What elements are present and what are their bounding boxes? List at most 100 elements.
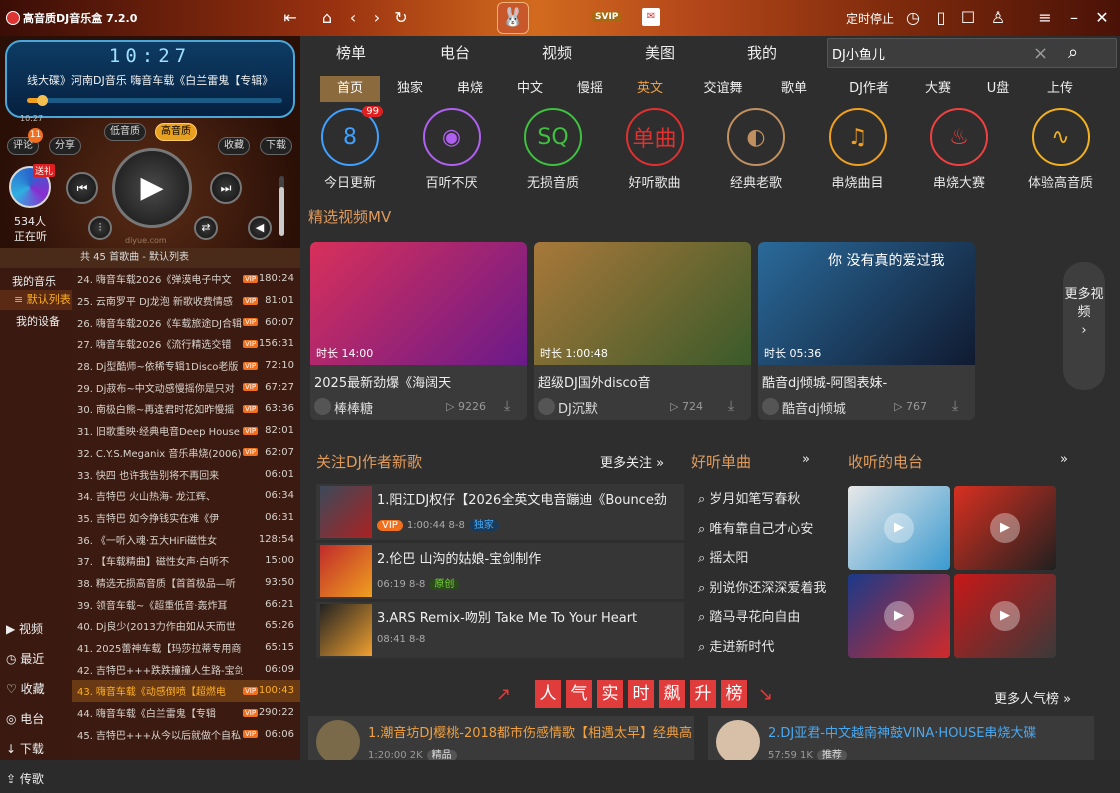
shirt-icon[interactable]: ♙ xyxy=(988,8,1008,28)
alarm-icon[interactable]: ◷ xyxy=(903,8,923,28)
download-button[interactable]: 下载 xyxy=(260,137,292,155)
tab-首页[interactable]: 首页 xyxy=(320,76,380,102)
progress-knob[interactable] xyxy=(37,95,49,106)
share-button[interactable]: 分享 xyxy=(49,137,81,155)
song-row[interactable]: 36. 《一听入魂·五大HiFi磁性女 128:54 xyxy=(72,528,300,550)
minimize-icon[interactable]: – xyxy=(1064,8,1084,28)
radio-card[interactable]: ▶ xyxy=(848,486,950,570)
song-row[interactable]: 26. 嗨音车载2026《车载旅途DJ合辑 VIP 60:07 xyxy=(72,311,300,333)
song-row[interactable]: 37. 【车载精曲】磁性女声·白听不 15:00 xyxy=(72,550,300,572)
download-icon[interactable]: ⤓ xyxy=(952,398,958,414)
play-button[interactable]: ▶ xyxy=(112,148,192,228)
high-quality-button[interactable]: 高音质 xyxy=(155,123,197,141)
hot-song-item[interactable]: ⌕ 岁月如笔写春秋 xyxy=(698,488,800,507)
next-button[interactable]: ⏭ xyxy=(210,172,242,204)
song-row[interactable]: 44. 嗨音车载《白兰雷鬼【专辑 VIP 290:22 xyxy=(72,702,300,724)
song-row[interactable]: 38. 精选无损高音质【首首极品—听 93:50 xyxy=(72,572,300,594)
side-nav-download[interactable]: ↓ 下载 xyxy=(0,735,72,763)
category-calendar[interactable]: 8 99 今日更新 xyxy=(305,106,395,191)
forward-icon[interactable]: › xyxy=(367,8,387,28)
side-nav-clock[interactable]: ◷ 最近 xyxy=(0,645,72,673)
category-headphones[interactable]: SQ 无损音质 xyxy=(508,108,598,191)
tab-慢摇[interactable]: 慢摇 xyxy=(568,76,612,102)
dj-more-link[interactable]: 更多关注 » xyxy=(600,452,664,471)
tab-1[interactable]: 电台 xyxy=(440,42,470,63)
song-row[interactable]: 27. 嗨音车载2026《流行精选交错 VIP 156:31 xyxy=(72,333,300,355)
tab-独家[interactable]: 独家 xyxy=(388,76,432,102)
song-row[interactable]: 24. 嗨音车载2026《弹漠电子中文 VIP 180:24 xyxy=(72,268,300,290)
tab-DJ作者[interactable]: DJ作者 xyxy=(832,76,906,102)
song-row[interactable]: 39. 领音车载~《超重低音·轰炸耳 66:21 xyxy=(72,593,300,615)
side-nav-radio[interactable]: ◎ 电台 xyxy=(0,705,72,733)
song-row[interactable]: 33. 快四 也许我告别将不再回来 06:01 xyxy=(72,463,300,485)
song-row[interactable]: 40. Dj良少(2013力作由如从天而世 65:26 xyxy=(72,615,300,637)
song-row[interactable]: 29. Dj菽布~中文动感慢摇你是只对 VIP 67:27 xyxy=(72,376,300,398)
song-row[interactable]: 25. 云南罗平 DJ龙泡 新歌收费情感 VIP 81:01 xyxy=(72,290,300,312)
play-icon[interactable]: ▶ xyxy=(990,513,1020,543)
dj-song-row[interactable]: 2.伦巴 山沟的姑娘-宝剑制作 06:19 8-8 原创 xyxy=(316,543,684,599)
timer-stop-button[interactable]: 定时停止 xyxy=(846,10,894,27)
tab-大赛[interactable]: 大赛 xyxy=(910,76,966,102)
category-list-music[interactable]: ♫ 串烧曲目 xyxy=(813,108,903,191)
clear-search-icon[interactable]: × xyxy=(1033,43,1048,64)
song-row[interactable]: 34. 吉特巴 火山热海- 龙江辉、 06:34 xyxy=(72,485,300,507)
more-mv-button[interactable]: 更多视频 › xyxy=(1063,262,1105,390)
search-input[interactable] xyxy=(832,43,1032,63)
rank-row[interactable]: 2.DJ亚君-中文越南神鼓VINA·HOUSE串烧大碟 57:59 1K 推荐 xyxy=(708,716,1094,760)
nav-my-music[interactable]: 我的音乐 xyxy=(0,272,72,292)
search-icon[interactable]: ⌕ xyxy=(1068,42,1078,63)
gift-tag[interactable]: 送礼 xyxy=(33,164,56,177)
tab-3[interactable]: 美图 xyxy=(645,42,675,63)
dj-song-row[interactable]: 3.ARS Remix-吻別 Take Me To Your Heart 08:4… xyxy=(316,602,684,658)
hot-song-item[interactable]: ⌕ 别说你还深深爱着我 xyxy=(698,577,826,596)
song-row[interactable]: 42. 吉特巴+++跌跌撞撞人生路-宝剑 06:09 xyxy=(72,658,300,680)
side-nav-heart[interactable]: ♡ 收藏 xyxy=(0,675,72,703)
song-row[interactable]: 41. 2025蕾神车载【玛莎拉蒂专用商 65:15 xyxy=(72,637,300,659)
side-nav-upload[interactable]: ⇪ 传歌 xyxy=(0,765,72,793)
svip-badge[interactable]: SVIP xyxy=(592,12,622,22)
nav-default-list[interactable]: ≡ 默认列表 xyxy=(0,290,72,310)
play-icon[interactable]: ▶ xyxy=(884,601,914,631)
tab-英文[interactable]: 英文 xyxy=(628,76,672,102)
side-nav-video[interactable]: ▶ 视频 xyxy=(0,615,72,643)
song-row[interactable]: 45. 吉特巴+++从今以后就做个自私 VIP 06:06 xyxy=(72,723,300,745)
mv-card[interactable]: 你 没有真的爱过我 时长 05:36 酷音dj倾城-阿图表妹- 酷音dj倾城 ▷ 767… xyxy=(758,242,975,420)
rank-row[interactable]: 1.潮音坊DJ樱桃-2018都市伤感情歌【相遇太早】经典高 1:20:00 2K 精… xyxy=(308,716,694,760)
hot-song-item[interactable]: ⌕ 唯有靠自己才心安 xyxy=(698,518,813,537)
refresh-icon[interactable]: ↻ xyxy=(391,8,411,28)
menu-icon[interactable]: ≡ xyxy=(1035,8,1055,28)
volume-slider[interactable] xyxy=(279,176,284,236)
category-disc[interactable]: ◉ 百听不厌 xyxy=(407,108,497,191)
radio-card[interactable]: ▶ xyxy=(954,574,1056,658)
song-list[interactable]: 24. 嗨音车载2026《弹漠电子中文 VIP 180:24 25. 云南罗平 DJ龙泡 … xyxy=(72,268,300,760)
hot-song-item[interactable]: ⌕ 踏马寻花向自由 xyxy=(698,606,800,625)
home-icon[interactable]: ⌂ xyxy=(317,8,337,28)
tab-歌单[interactable]: 歌单 xyxy=(772,76,816,102)
tab-4[interactable]: 我的 xyxy=(747,42,777,63)
category-flame[interactable]: ♨ 串烧大赛 xyxy=(914,108,1004,191)
equalizer-icon[interactable]: ⫶ xyxy=(88,216,112,240)
tab-2[interactable]: 视频 xyxy=(542,42,572,63)
song-row[interactable]: 43. 嗨音车载《动感倒喷【超燃电 VIP 100:43 xyxy=(72,680,300,702)
mini-mode-icon[interactable]: ⇤ xyxy=(280,8,300,28)
song-row[interactable]: 28. Dj型酷师~依稀专辑1Disco老版 VIP 72:10 xyxy=(72,355,300,377)
volume-icon[interactable]: ◀ xyxy=(248,216,272,240)
tab-U盘[interactable]: U盘 xyxy=(978,76,1018,102)
mv-card[interactable]: 时长 14:00 2025最新劲爆《海阔天 棒棒糖 ▷ 9226 ⤓ xyxy=(310,242,527,420)
nav-my-device[interactable]: 我的设备 xyxy=(0,312,72,332)
tab-串烧[interactable]: 串烧 xyxy=(448,76,492,102)
category-waveform[interactable]: ∿ 体验高音质 xyxy=(1016,108,1106,191)
dj-song-row[interactable]: 1.阳江DJ权仔【2026全英文电音蹦迪《Bounce劲 VIP 1:00:44 8… xyxy=(316,484,684,540)
radio-card[interactable]: ▶ xyxy=(954,486,1056,570)
tab-中文[interactable]: 中文 xyxy=(508,76,552,102)
category-single[interactable]: 单曲 好听歌曲 xyxy=(610,108,700,191)
gift-icon[interactable]: ✉ xyxy=(642,8,660,26)
popular-more-link[interactable]: 更多人气榜 » xyxy=(994,688,1071,707)
tab-上传[interactable]: 上传 xyxy=(1030,76,1090,102)
hot-song-item[interactable]: ⌕ 摇太阳 xyxy=(698,547,748,566)
tab-0[interactable]: 榜单 xyxy=(336,42,366,63)
play-icon[interactable]: ▶ xyxy=(990,601,1020,631)
play-icon[interactable]: ▶ xyxy=(884,513,914,543)
close-icon[interactable]: ✕ xyxy=(1092,8,1112,28)
low-quality-button[interactable]: 低音质 xyxy=(104,123,146,141)
